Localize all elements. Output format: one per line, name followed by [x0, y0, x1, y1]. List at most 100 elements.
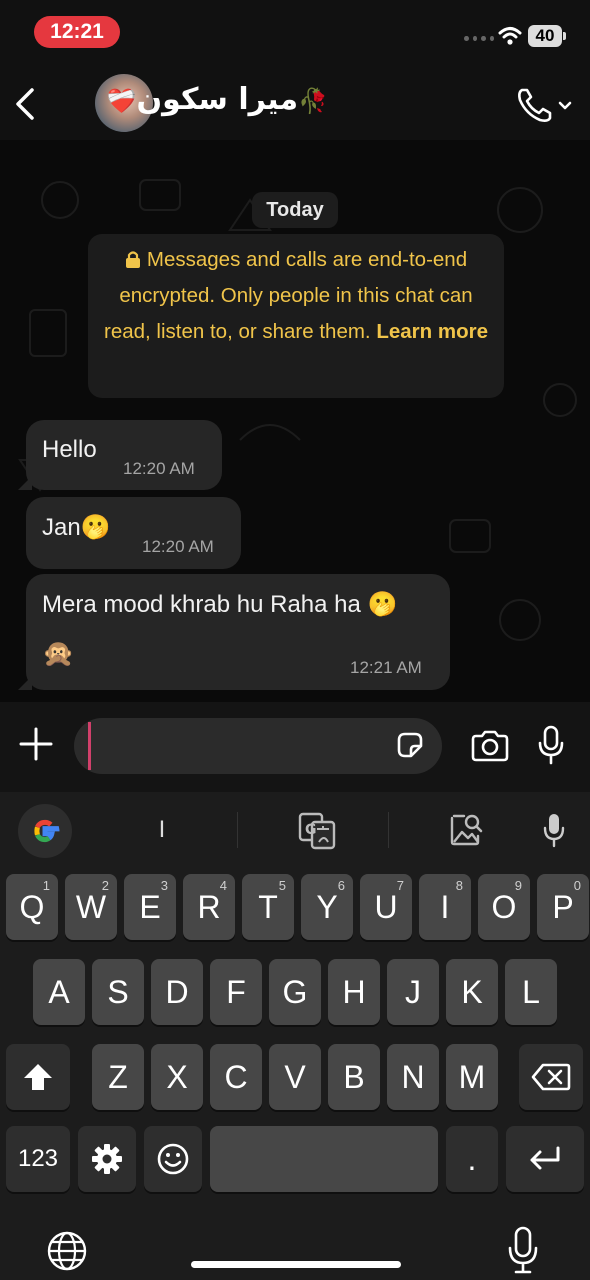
phone-call-icon[interactable]: [514, 84, 574, 126]
shift-key[interactable]: [6, 1044, 70, 1110]
learn-more-link[interactable]: Learn more: [376, 320, 488, 343]
key-letter: Q: [19, 888, 45, 925]
svg-text:G: G: [305, 822, 317, 838]
key-a[interactable]: A: [33, 959, 85, 1025]
space-key[interactable]: [210, 1126, 438, 1192]
key-r[interactable]: R4: [183, 874, 235, 940]
image-search-icon[interactable]: [448, 812, 484, 848]
lock-icon: [125, 251, 140, 268]
divider: [388, 812, 389, 848]
key-o[interactable]: O9: [478, 874, 530, 940]
key-number-hint: 9: [514, 878, 522, 893]
key-letter: W: [75, 888, 107, 925]
key-n[interactable]: N: [387, 1044, 439, 1110]
divider: [237, 812, 238, 848]
suggestion-word[interactable]: I: [150, 816, 174, 846]
voice-input-icon[interactable]: [542, 812, 566, 848]
backspace-icon: [531, 1063, 571, 1091]
key-b[interactable]: B: [328, 1044, 380, 1110]
gear-icon: [92, 1144, 122, 1174]
key-y[interactable]: Y6: [301, 874, 353, 940]
key-q[interactable]: Q1: [6, 874, 58, 940]
period-key[interactable]: .: [446, 1126, 498, 1192]
key-d[interactable]: D: [151, 959, 203, 1025]
key-k[interactable]: K: [446, 959, 498, 1025]
google-icon[interactable]: [18, 804, 72, 858]
key-letter: R: [197, 888, 221, 925]
date-chip: Today: [252, 192, 338, 228]
key-letter: U: [374, 888, 398, 925]
message-text: Hello: [42, 436, 97, 463]
key-number-hint: 4: [219, 878, 227, 893]
key-f[interactable]: F: [210, 959, 262, 1025]
key-number-hint: 0: [573, 878, 581, 893]
key-letter: Y: [316, 888, 338, 925]
back-icon[interactable]: [10, 84, 40, 124]
key-i[interactable]: I8: [419, 874, 471, 940]
key-number-hint: 7: [396, 878, 404, 893]
key-u[interactable]: U7: [360, 874, 412, 940]
enter-key[interactable]: [506, 1126, 584, 1192]
bubble-tail: [18, 476, 32, 490]
emoji: 🫢: [367, 591, 398, 618]
bubble-tail: [18, 676, 32, 690]
globe-icon[interactable]: [46, 1230, 88, 1272]
plus-icon[interactable]: [18, 726, 54, 762]
key-t[interactable]: T5: [242, 874, 294, 940]
signal-dots-icon: [464, 36, 494, 42]
google-logo-icon: [34, 819, 60, 843]
translate-icon[interactable]: G: [298, 812, 336, 850]
key-number-hint: 5: [278, 878, 286, 893]
emoji: 🙊: [42, 638, 75, 668]
shift-icon: [24, 1064, 52, 1090]
encryption-notice[interactable]: Messages and calls are end-to-end encryp…: [88, 234, 504, 398]
key-number-hint: 8: [455, 878, 463, 893]
message-text: Jan🫢: [42, 514, 111, 541]
message-input[interactable]: [74, 718, 442, 774]
key-p[interactable]: P0: [537, 874, 589, 940]
battery-icon: 40: [528, 25, 562, 47]
message-text: Mera mood khrab hu Raha ha 🫢: [42, 591, 398, 618]
key-s[interactable]: S: [92, 959, 144, 1025]
key-v[interactable]: V: [269, 1044, 321, 1110]
contact-name-text: ميرا سکون: [136, 82, 299, 117]
key-number-hint: 3: [160, 878, 168, 893]
key-letter: P: [552, 888, 574, 925]
message-time: 12:21 AM: [350, 658, 422, 677]
message-bubble[interactable]: Mera mood khrab hu Raha ha 🫢 🙊 12:21 AM: [26, 574, 450, 690]
key-number-hint: 2: [101, 878, 109, 893]
message-time: 12:20 AM: [123, 459, 195, 478]
contact-name[interactable]: 🥀ميرا سکون❤️‍🩹: [107, 82, 328, 122]
message-time: 12:20 AM: [142, 537, 214, 556]
enter-icon: [530, 1146, 560, 1170]
settings-key[interactable]: [78, 1126, 136, 1192]
wifi-icon: [498, 27, 522, 45]
camera-icon[interactable]: [470, 730, 510, 762]
key-h[interactable]: H: [328, 959, 380, 1025]
key-letter: I: [440, 888, 450, 925]
key-g[interactable]: G: [269, 959, 321, 1025]
name-emoji-right: 🥀: [298, 87, 328, 115]
dictation-icon[interactable]: [506, 1226, 540, 1274]
numbers-key[interactable]: 123: [6, 1126, 70, 1192]
sticker-icon[interactable]: [395, 730, 425, 760]
status-time: 12:21: [34, 16, 120, 48]
key-c[interactable]: C: [210, 1044, 262, 1110]
key-z[interactable]: Z: [92, 1044, 144, 1110]
backspace-key[interactable]: [519, 1044, 583, 1110]
home-indicator[interactable]: [191, 1261, 401, 1268]
key-letter: E: [139, 888, 161, 925]
key-l[interactable]: L: [505, 959, 557, 1025]
key-m[interactable]: M: [446, 1044, 498, 1110]
key-w[interactable]: W2: [65, 874, 117, 940]
emoji-key[interactable]: [144, 1126, 202, 1192]
key-j[interactable]: J: [387, 959, 439, 1025]
keyboard-bottom-bar: [0, 1200, 590, 1280]
message-bubble[interactable]: Hello 12:20 AM: [26, 420, 222, 490]
microphone-icon[interactable]: [536, 725, 566, 765]
message-bubble[interactable]: Jan🫢 12:20 AM: [26, 497, 241, 569]
key-e[interactable]: E3: [124, 874, 176, 940]
key-x[interactable]: X: [151, 1044, 203, 1110]
key-letter: T: [258, 888, 278, 925]
key-number-hint: 1: [42, 878, 50, 893]
